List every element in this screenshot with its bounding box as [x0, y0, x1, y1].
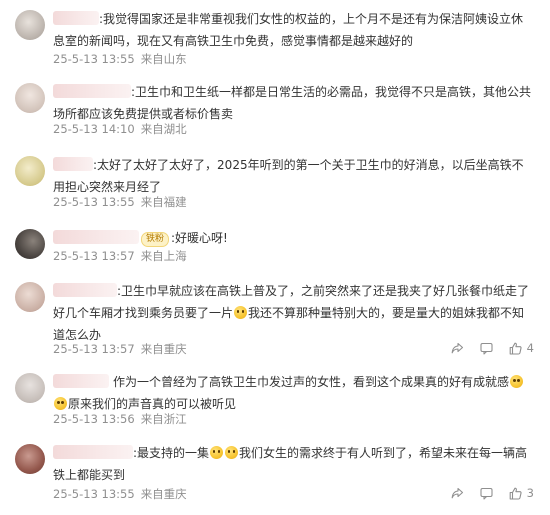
avatar[interactable]	[15, 83, 45, 113]
surprised-emoji-icon	[510, 375, 524, 388]
comment-time: 25-5-13 13:55	[53, 487, 135, 501]
comment-location: 来自湖北	[140, 122, 187, 136]
comment-text-part2: 原来我们的声音真的可以被听见	[68, 397, 237, 411]
comment-actions: 4	[435, 341, 534, 355]
comment-time: 25-5-13 13:55	[53, 52, 135, 66]
username-blurred[interactable]	[53, 445, 133, 459]
comment-time: 25-5-13 13:57	[53, 342, 135, 356]
fan-badge: 铁粉	[141, 232, 170, 247]
comment-icon	[480, 342, 493, 355]
comment-location: 来自浙江	[140, 412, 187, 426]
thumbs-up-icon	[509, 487, 522, 500]
like-count: 3	[526, 486, 534, 500]
comment-location: 来自福建	[140, 195, 187, 209]
comment-text-part1: :最支持的一集	[133, 446, 210, 460]
comment-location: 来自上海	[140, 249, 187, 263]
surprised-emoji-icon	[54, 397, 67, 410]
comment-time: 25-5-13 14:10	[53, 122, 135, 136]
thumbs-up-icon	[509, 342, 522, 355]
like-button[interactable]: 3	[509, 486, 534, 500]
share-button[interactable]	[451, 487, 464, 500]
comment-time: 25-5-13 13:56	[53, 412, 135, 426]
like-count: 4	[526, 341, 534, 355]
comment-time: 25-5-13 13:55	[53, 195, 135, 209]
comment-button[interactable]	[480, 487, 493, 500]
comment-actions: 3	[435, 486, 534, 500]
avatar[interactable]	[15, 156, 45, 186]
share-icon	[451, 487, 463, 498]
avatar[interactable]	[15, 444, 45, 474]
comment-icon	[480, 487, 493, 500]
comment-meta: 25-5-13 14:10 来自湖北	[53, 121, 193, 137]
username-blurred[interactable]	[53, 157, 93, 171]
comment-body: :卫生巾和卫生纸一样都是日常生活的必需品，我觉得不只是高铁，其他公共场所都应该免…	[53, 81, 533, 125]
comment-location: 来自重庆	[140, 342, 187, 356]
comment-location: 来自重庆	[140, 487, 187, 501]
comment-body: :卫生巾早就应该在高铁上普及了，之前突然来了还是我夹了好几张餐巾纸走了好几个车厢…	[53, 280, 533, 346]
crying-emoji-icon	[210, 446, 224, 459]
like-button[interactable]: 4	[509, 341, 534, 355]
comment-body: 铁粉:好暖心呀!	[53, 227, 533, 249]
share-button[interactable]	[451, 342, 464, 355]
comment-button[interactable]	[480, 342, 493, 355]
avatar[interactable]	[15, 229, 45, 259]
comment-body: 作为一个曾经为了高铁卫生巾发过声的女性，看到这个成果真的好有成就感原来我们的声音…	[53, 371, 533, 415]
share-icon	[451, 342, 463, 353]
comment-meta: 25-5-13 13:55 来自山东	[53, 51, 193, 67]
comment-location: 来自山东	[140, 52, 187, 66]
username-blurred[interactable]	[53, 84, 131, 98]
comment-meta: 25-5-13 13:55 来自福建	[53, 194, 193, 210]
comment-meta: 25-5-13 13:57 来自重庆	[53, 341, 193, 357]
comment-body: :最支持的一集 我们女生的需求终于有人听到了，希望未来在每一辆高铁上都能买到	[53, 442, 533, 486]
avatar[interactable]	[15, 282, 45, 312]
username-blurred[interactable]	[53, 283, 117, 297]
comment-body: :我觉得国家还是非常重视我们女性的权益的，上个月不是还有为保洁阿姨设立休息室的新…	[53, 8, 533, 52]
comment-time: 25-5-13 13:57	[53, 249, 135, 263]
comment-meta: 25-5-13 13:55 来自重庆	[53, 486, 193, 502]
username-blurred[interactable]	[53, 230, 139, 244]
comment-meta: 25-5-13 13:56 来自浙江	[53, 411, 193, 427]
comment-body: :太好了太好了太好了，2025年听到的第一个关于卫生巾的好消息，以后坐高铁不用担…	[53, 154, 533, 198]
crying-emoji-icon	[234, 306, 248, 319]
avatar[interactable]	[15, 373, 45, 403]
comment-meta: 25-5-13 13:57 来自上海	[53, 248, 193, 264]
avatar[interactable]	[15, 10, 45, 40]
username-blurred[interactable]	[53, 11, 99, 25]
comment-text: :好暖心呀!	[171, 231, 228, 245]
comment-text-part1: 作为一个曾经为了高铁卫生巾发过声的女性，看到这个成果真的好有成就感	[113, 375, 510, 389]
crying-emoji-icon	[225, 446, 239, 459]
username-blurred[interactable]	[53, 374, 109, 388]
comment-text: :太好了太好了太好了，2025年听到的第一个关于卫生巾的好消息，以后坐高铁不用担…	[53, 158, 524, 194]
comment-text: :我觉得国家还是非常重视我们女性的权益的，上个月不是还有为保洁阿姨设立休息室的新…	[53, 12, 524, 48]
